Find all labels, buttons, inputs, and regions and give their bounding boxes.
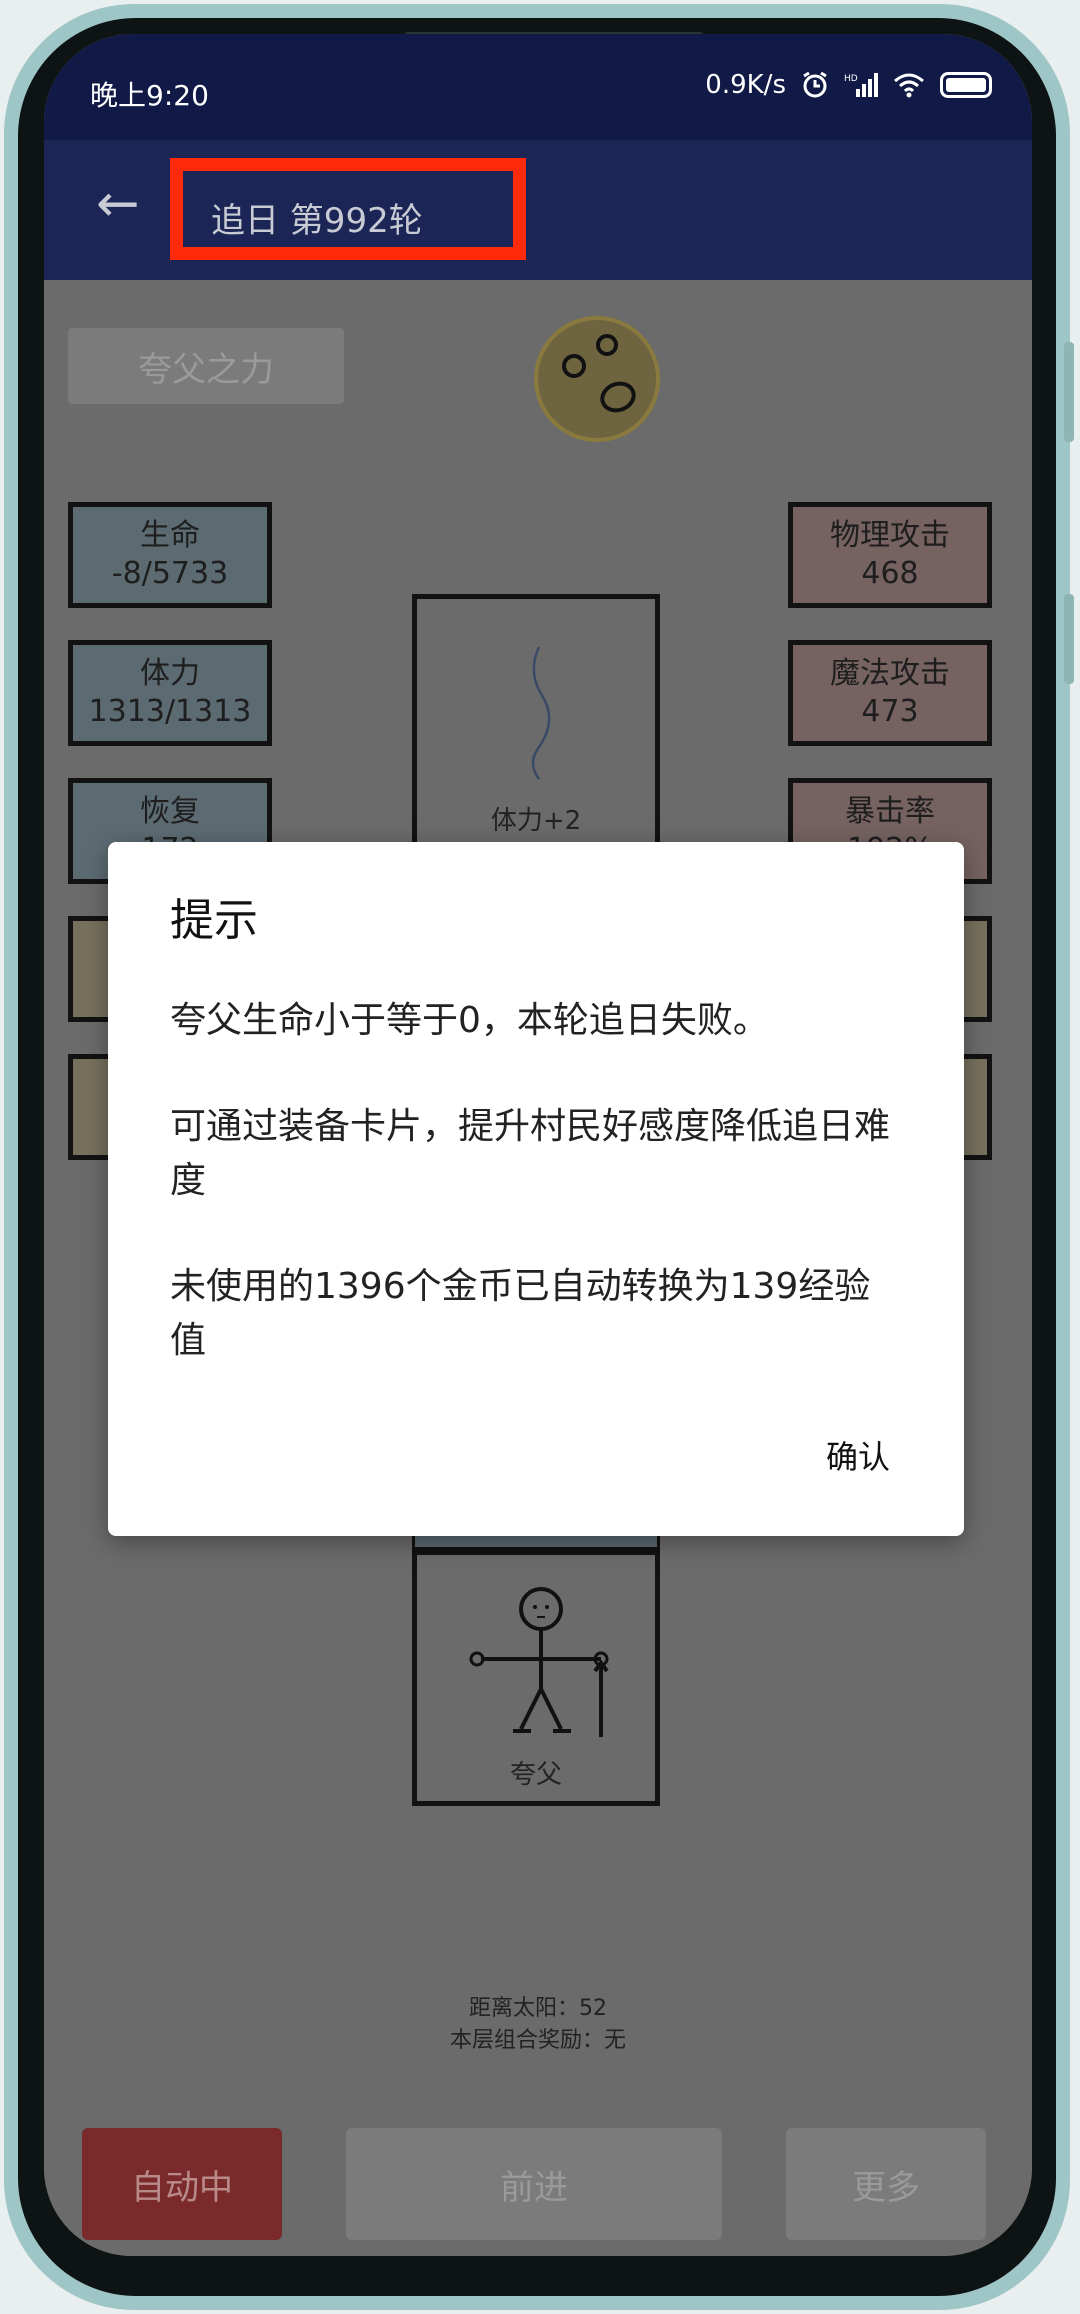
stat-value: 468 [861, 556, 919, 591]
wind-icon [531, 646, 551, 780]
alarm-icon [803, 71, 827, 98]
stat-label: 生命 [140, 518, 200, 553]
event-card-label: 体力+2 [490, 806, 582, 836]
dialog-message-1: 夸父生命小于等于0，本轮追日失败。 [170, 1000, 769, 1041]
stick-figure-icon [469, 1587, 609, 1737]
stat-value: 473 [861, 694, 919, 729]
svg-text:HD: HD [844, 74, 858, 84]
character-card[interactable]: 夸父 [412, 1550, 660, 1806]
page-title: 追日 第992轮 [211, 201, 423, 241]
volume-button [1064, 342, 1074, 442]
signal-icon: HD [844, 73, 878, 97]
stat-stamina: 体力 1313/1313 [68, 640, 272, 746]
dialog-message-3: 未使用的1396个金币已自动转换为139经验值 [170, 1266, 871, 1361]
status-icons: 0.9K/s HD [705, 70, 992, 100]
screen: 晚上9:20 0.9K/s HD ← 追日 第992轮 夸父之力 生命 -8/5… [44, 34, 1032, 2256]
battery-icon [940, 72, 992, 98]
app-bar: ← 追日 第992轮 [44, 140, 1032, 280]
stat-value: -8/5733 [111, 556, 229, 591]
net-speed: 0.9K/s [705, 70, 786, 100]
stat-physical-attack: 物理攻击 468 [788, 502, 992, 608]
stat-label: 体力 [140, 656, 200, 691]
character-label: 夸父 [509, 1760, 562, 1790]
stat-value: 1313/1313 [88, 694, 252, 729]
distance-to-sun: 距离太阳：52 [469, 1996, 607, 2021]
status-bar: 晚上9:20 0.9K/s HD [44, 34, 1032, 140]
auto-button[interactable]: 自动中 [82, 2128, 282, 2240]
title-highlight-box: 追日 第992轮 [170, 158, 526, 260]
stat-hp: 生命 -8/5733 [68, 502, 272, 608]
dialog-title: 提示 [170, 895, 258, 946]
kuafu-power-button[interactable]: 夸父之力 [68, 328, 344, 404]
layer-bonus: 本层组合奖励：无 [449, 2028, 626, 2053]
more-button[interactable]: 更多 [786, 2128, 986, 2240]
stat-label: 物理攻击 [830, 518, 950, 553]
stat-magic-attack: 魔法攻击 473 [788, 640, 992, 746]
wifi-icon [894, 73, 924, 98]
arrow-left-icon[interactable]: ← [96, 178, 140, 230]
power-button-hw [1064, 594, 1074, 684]
stat-label: 恢复 [140, 794, 200, 829]
dialog-message-2: 可通过装备卡片，提升村民好感度降低追日难度 [170, 1106, 891, 1201]
sun-icon [534, 316, 660, 442]
stat-label: 暴击率 [845, 794, 935, 829]
confirm-button[interactable]: 确认 [826, 1432, 890, 1478]
status-time: 晚上9:20 [90, 79, 209, 112]
alert-dialog: 提示 夸父生命小于等于0，本轮追日失败。 可通过装备卡片，提升村民好感度降低追日… [108, 842, 964, 1536]
stat-label: 魔法攻击 [830, 656, 950, 691]
event-card[interactable]: 体力+2 [412, 594, 660, 850]
forward-button[interactable]: 前进 [346, 2128, 722, 2240]
